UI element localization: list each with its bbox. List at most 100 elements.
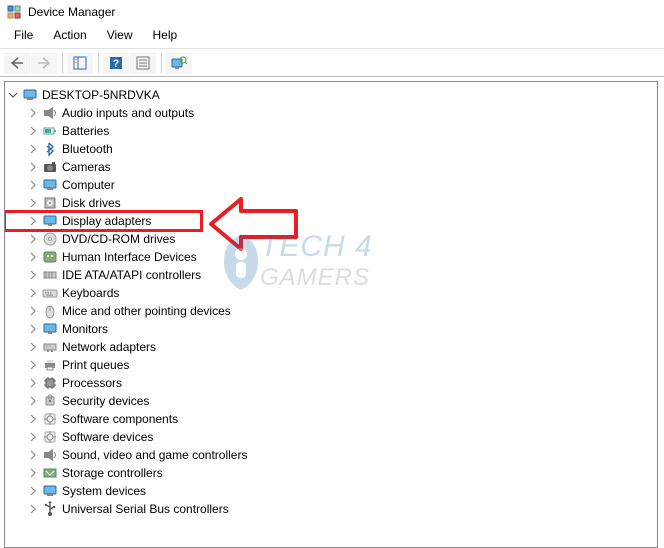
toolbar-scan-button[interactable] [166,52,192,74]
tree-item-label: Processors [62,376,122,390]
tree-item-label: Human Interface Devices [62,250,197,264]
tree-item-label: Software devices [62,430,153,444]
tree-item[interactable]: Security devices [5,392,657,410]
menu-action[interactable]: Action [45,26,94,44]
hid-icon [42,249,58,265]
cpu-icon [42,375,58,391]
tree-item[interactable]: Software components [5,410,657,428]
tree-item-label: Bluetooth [62,142,113,156]
tree-item-label: IDE ATA/ATAPI controllers [62,268,201,282]
expand-toggle-icon[interactable] [27,377,39,389]
svg-text:?: ? [113,58,120,70]
tree-item-label: Cameras [62,160,111,174]
tree-item[interactable]: IDE ATA/ATAPI controllers [5,266,657,284]
expand-toggle-icon[interactable] [27,287,39,299]
expand-toggle-icon[interactable] [27,143,39,155]
software-icon [42,429,58,445]
expand-toggle-icon[interactable] [27,305,39,317]
tree-item[interactable]: Sound, video and game controllers [5,446,657,464]
tree-item-label: Disk drives [62,196,121,210]
expand-toggle-icon[interactable] [27,413,39,425]
toolbar-separator [161,53,162,73]
toolbar-separator [98,53,99,73]
tree-item[interactable]: Keyboards [5,284,657,302]
tree-item-label: Storage controllers [62,466,163,480]
ide-icon [42,267,58,283]
menu-file[interactable]: File [6,26,41,44]
camera-icon [42,159,58,175]
tree-item[interactable]: Mice and other pointing devices [5,302,657,320]
security-icon [42,393,58,409]
devmgr-title-icon [6,4,22,20]
battery-icon [42,123,58,139]
tree-item-label: Batteries [62,124,109,138]
expand-toggle-icon[interactable] [27,107,39,119]
tree-item-label: Mice and other pointing devices [62,304,231,318]
tree-item[interactable]: Network adapters [5,338,657,356]
expand-toggle-icon[interactable] [27,215,39,227]
network-icon [42,339,58,355]
expand-toggle-icon[interactable] [27,341,39,353]
expand-toggle-icon[interactable] [27,467,39,479]
tree-item[interactable]: Audio inputs and outputs [5,104,657,122]
tree-item[interactable]: Bluetooth [5,140,657,158]
tree-item[interactable]: DVD/CD-ROM drives [5,230,657,248]
disk-icon [42,195,58,211]
mouse-icon [42,303,58,319]
tree-item-label: Universal Serial Bus controllers [62,502,229,516]
tree-root-label: DESKTOP-5NRDVKA [42,88,160,102]
tree-root[interactable]: DESKTOP-5NRDVKA [5,86,657,104]
tree-item-label: Security devices [62,394,149,408]
expand-toggle-icon[interactable] [27,431,39,443]
device-tree[interactable]: DESKTOP-5NRDVKA Audio inputs and outputs… [4,81,658,548]
menu-view[interactable]: View [99,26,141,44]
expand-toggle-icon[interactable] [27,251,39,263]
computer-icon [22,87,38,103]
expand-toggle-icon[interactable] [27,359,39,371]
expand-toggle-icon[interactable] [27,179,39,191]
printer-icon [42,357,58,373]
sound-icon [42,447,58,463]
tree-item[interactable]: Monitors [5,320,657,338]
software-icon [42,411,58,427]
menu-help[interactable]: Help [145,26,186,44]
expand-toggle-icon[interactable] [7,89,19,101]
expand-toggle-icon[interactable] [27,485,39,497]
tree-item[interactable]: Print queues [5,356,657,374]
toolbar-help-button[interactable]: ? [103,52,129,74]
tree-item[interactable]: Disk drives [5,194,657,212]
tree-item[interactable]: Human Interface Devices [5,248,657,266]
tree-item[interactable]: Cameras [5,158,657,176]
bluetooth-icon [42,141,58,157]
expand-toggle-icon[interactable] [27,161,39,173]
tree-item-label: Network adapters [62,340,156,354]
computer-icon [42,177,58,193]
titlebar: Device Manager [0,0,664,24]
expand-toggle-icon[interactable] [27,503,39,515]
expand-toggle-icon[interactable] [27,125,39,137]
system-icon [42,483,58,499]
expand-toggle-icon[interactable] [27,449,39,461]
tree-item[interactable]: Universal Serial Bus controllers [5,500,657,518]
keyboard-icon [42,285,58,301]
tree-item[interactable]: Software devices [5,428,657,446]
toolbar-show-hide-button[interactable] [67,52,93,74]
expand-toggle-icon[interactable] [27,269,39,281]
expand-toggle-icon[interactable] [27,323,39,335]
tree-item[interactable]: Computer [5,176,657,194]
toolbar-back-button[interactable] [4,52,30,74]
window-title: Device Manager [28,5,115,19]
expand-toggle-icon[interactable] [27,197,39,209]
tree-item[interactable]: Display adapters [5,212,657,230]
tree-item-label: Monitors [62,322,108,336]
expand-toggle-icon[interactable] [27,395,39,407]
tree-item[interactable]: Batteries [5,122,657,140]
expand-toggle-icon[interactable] [27,233,39,245]
tree-item[interactable]: System devices [5,482,657,500]
tree-item[interactable]: Processors [5,374,657,392]
toolbar-properties-button[interactable] [130,52,156,74]
tree-item-label: Display adapters [62,214,151,228]
toolbar-forward-button[interactable] [31,52,57,74]
tree-item[interactable]: Storage controllers [5,464,657,482]
storage-icon [42,465,58,481]
